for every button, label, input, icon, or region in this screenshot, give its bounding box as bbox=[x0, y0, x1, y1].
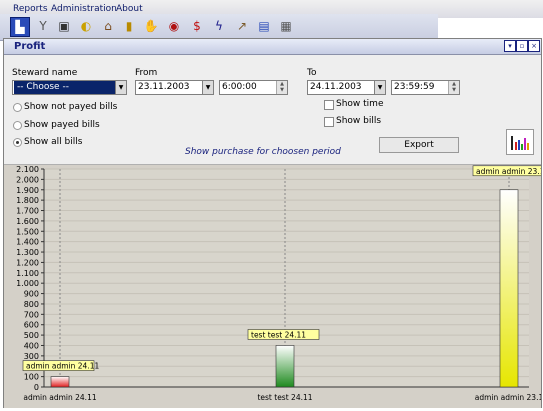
radio-payed-label: Show payed bills bbox=[24, 120, 100, 130]
chart-type-button[interactable] bbox=[506, 129, 534, 155]
bar bbox=[50, 376, 70, 388]
radio-not-payed-label: Show not payed bills bbox=[24, 102, 118, 112]
y-tick-label: 1.100 bbox=[16, 269, 39, 278]
from-date-value: 23.11.2003 bbox=[138, 82, 190, 92]
steward-label: Steward name bbox=[12, 68, 78, 78]
steward-select[interactable]: -- Choose -- ▼ bbox=[12, 80, 127, 95]
x-tick-label: admin admin 24.11 bbox=[23, 393, 96, 402]
y-tick-label: 1.900 bbox=[16, 186, 39, 195]
bar-label: admin admin 24.11 bbox=[26, 362, 99, 371]
y-tick-label: 900 bbox=[24, 290, 39, 299]
bar-chart-icon bbox=[511, 136, 529, 150]
y-tick-label: 1.400 bbox=[16, 238, 39, 247]
radio-all-label: Show all bills bbox=[24, 137, 83, 147]
chevron-down-icon[interactable]: ▼ bbox=[115, 81, 126, 94]
period-caption: Show purchase for choosen period bbox=[185, 147, 341, 157]
users-icon[interactable]: ▙ bbox=[10, 17, 30, 37]
export-button[interactable]: Export bbox=[379, 137, 459, 153]
bottle-icon[interactable]: ▮ bbox=[120, 17, 138, 35]
spinner-icon[interactable]: ▲ ▼ bbox=[276, 81, 287, 94]
bar-label: admin admin 23.1 bbox=[476, 167, 541, 176]
bar bbox=[499, 189, 519, 388]
y-tick-label: 1.700 bbox=[16, 207, 39, 216]
document-icon[interactable]: ▦ bbox=[277, 17, 295, 35]
menu-administration[interactable]: Administration bbox=[51, 4, 117, 14]
from-label: From bbox=[135, 68, 158, 78]
chart-area: 01002003004005006007008009001.0001.1001.… bbox=[4, 164, 543, 408]
toolbar: ▙ Y ▣ ◐ ⌂ ▮ ✋ ◉ $ ϟ ↗ ▤ ▦ bbox=[0, 14, 438, 41]
cocktail-icon[interactable]: Y bbox=[34, 17, 52, 35]
window-title: Profit bbox=[14, 41, 46, 52]
from-time-field[interactable]: 6:00:00 ▲ ▼ bbox=[219, 80, 288, 95]
chart-icon[interactable]: ↗ bbox=[233, 17, 251, 35]
to-date-value: 24.11.2003 bbox=[310, 82, 362, 92]
show-time-label: Show time bbox=[336, 99, 384, 109]
lightning-icon[interactable]: ϟ bbox=[210, 17, 228, 35]
show-time-checkbox[interactable] bbox=[324, 100, 334, 110]
drink-icon[interactable]: ◐ bbox=[77, 17, 95, 35]
y-tick-label: 1.000 bbox=[16, 279, 39, 288]
y-tick-label: 100 bbox=[24, 373, 39, 382]
menu-reports[interactable]: Reports bbox=[13, 4, 48, 14]
show-bills-checkbox[interactable] bbox=[324, 117, 334, 127]
close-icon[interactable]: × bbox=[528, 40, 540, 52]
window-titlebar: Profit ▾ ▫ × bbox=[4, 39, 541, 55]
bar-label: test test 24.11 bbox=[251, 330, 306, 339]
y-tick-label: 300 bbox=[24, 352, 39, 361]
to-label: To bbox=[307, 68, 317, 78]
x-tick-label: test test 24.11 bbox=[257, 393, 312, 402]
y-tick-label: 2.100 bbox=[16, 165, 39, 174]
y-tick-label: 1.600 bbox=[16, 217, 39, 226]
to-time-value: 23:59:59 bbox=[394, 82, 435, 92]
profit-window: Profit ▾ ▫ × Steward name -- Choose -- ▼… bbox=[3, 38, 543, 408]
shop-icon[interactable]: ⌂ bbox=[99, 17, 117, 35]
radio-all[interactable] bbox=[13, 138, 22, 147]
y-tick-label: 700 bbox=[24, 310, 39, 319]
y-tick-label: 1.200 bbox=[16, 258, 39, 267]
from-time-value: 6:00:00 bbox=[222, 82, 257, 92]
menu-about[interactable]: About bbox=[116, 4, 143, 14]
chevron-down-icon[interactable]: ▼ bbox=[202, 81, 213, 94]
radio-payed[interactable] bbox=[13, 121, 22, 130]
bar bbox=[275, 345, 295, 388]
monitor-icon[interactable]: ▣ bbox=[55, 17, 73, 35]
maximize-icon[interactable]: ▫ bbox=[516, 40, 528, 52]
y-tick-label: 1.300 bbox=[16, 248, 39, 257]
steward-value: -- Choose -- bbox=[14, 81, 120, 94]
y-tick-label: 500 bbox=[24, 331, 39, 340]
y-tick-label: 600 bbox=[24, 321, 39, 330]
from-date-select[interactable]: 23.11.2003 ▼ bbox=[135, 80, 214, 95]
y-tick-label: 400 bbox=[24, 341, 39, 350]
spinner-icon[interactable]: ▲ ▼ bbox=[448, 81, 459, 94]
y-tick-label: 800 bbox=[24, 300, 39, 309]
cash-icon[interactable]: $ bbox=[188, 17, 206, 35]
to-date-select[interactable]: 24.11.2003 ▼ bbox=[307, 80, 386, 95]
scroll-icon[interactable]: ✋ bbox=[142, 17, 160, 35]
y-tick-label: 0 bbox=[34, 383, 39, 392]
card-icon[interactable]: ▤ bbox=[255, 17, 273, 35]
profit-chart: 01002003004005006007008009001.0001.1001.… bbox=[16, 165, 543, 402]
y-tick-label: 1.500 bbox=[16, 227, 39, 236]
show-bills-label: Show bills bbox=[336, 116, 382, 126]
minimize-icon[interactable]: ▾ bbox=[504, 40, 516, 52]
chevron-down-icon[interactable]: ▼ bbox=[374, 81, 385, 94]
y-tick-label: 2.000 bbox=[16, 175, 39, 184]
to-time-field[interactable]: 23:59:59 ▲ ▼ bbox=[391, 80, 460, 95]
y-tick-label: 1.800 bbox=[16, 196, 39, 205]
radio-not-payed[interactable] bbox=[13, 103, 22, 112]
money-icon[interactable]: ◉ bbox=[165, 17, 183, 35]
x-tick-label: admin admin 23.1 bbox=[475, 393, 541, 402]
